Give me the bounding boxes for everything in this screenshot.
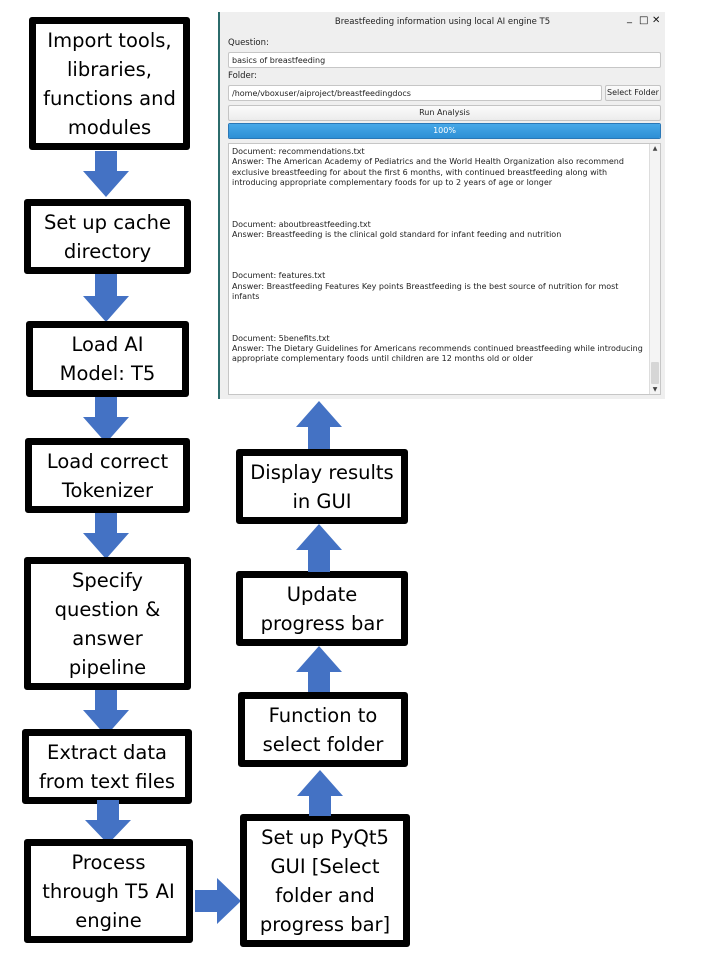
question-label: Question: bbox=[228, 38, 269, 48]
scroll-down-icon[interactable]: ▼ bbox=[650, 385, 660, 394]
arrow-up-icon bbox=[296, 646, 342, 692]
flow-step-label: Set up PyQt5 GUI [Select folder and prog… bbox=[259, 825, 391, 936]
flow-step-label: Load AI Model: T5 bbox=[59, 333, 156, 385]
arrow-down-icon bbox=[83, 274, 129, 322]
flow-step-update-progress: Update progress bar bbox=[236, 571, 408, 646]
flow-step-select-folder: Function to select folder bbox=[238, 692, 408, 767]
flow-step-setup-gui: Set up PyQt5 GUI [Select folder and prog… bbox=[240, 814, 410, 947]
folder-input[interactable] bbox=[228, 85, 602, 101]
result-entry: Document: features.txt Answer: Breastfeed… bbox=[232, 271, 646, 302]
flow-step-label: Import tools, libraries, functions and m… bbox=[43, 28, 176, 139]
flow-step-process: Process through T5 AI engine bbox=[24, 839, 193, 943]
question-input[interactable] bbox=[228, 52, 661, 68]
arrow-down-icon bbox=[83, 151, 129, 197]
flow-step-pipeline: Specify question & answer pipeline bbox=[24, 557, 191, 690]
progress-text: 100% bbox=[433, 126, 456, 135]
flow-step-extract: Extract data from text files bbox=[22, 729, 192, 804]
scroll-up-icon[interactable]: ▲ bbox=[650, 144, 660, 153]
result-entry: Document: recommendations.txt Answer: The… bbox=[232, 147, 646, 189]
select-folder-button[interactable]: Select Folder bbox=[605, 85, 661, 101]
results-output[interactable]: Document: recommendations.txt Answer: The… bbox=[228, 143, 661, 395]
result-entry: Document: aboutbreastfeeding.txt Answer: … bbox=[232, 220, 646, 241]
arrow-down-icon bbox=[85, 800, 131, 844]
arrow-right-icon bbox=[195, 878, 241, 924]
result-document: Document: features.txt bbox=[232, 271, 326, 281]
result-document: Document: 5benefits.txt bbox=[232, 333, 330, 343]
arrow-down-icon bbox=[83, 397, 129, 443]
flow-step-label: Set up cache directory bbox=[44, 210, 171, 263]
flow-step-label: Load correct Tokenizer bbox=[46, 449, 169, 502]
title-bar: Breastfeeding information using local AI… bbox=[220, 12, 665, 34]
flow-step-label: Update progress bar bbox=[260, 582, 384, 635]
flow-step-label: Extract data from text files bbox=[38, 740, 176, 793]
arrow-down-icon bbox=[83, 513, 129, 559]
flow-step-label: Function to select folder bbox=[262, 703, 384, 756]
flow-step-load-model: Load AI Model: T5 bbox=[26, 321, 189, 397]
flow-step-label: Display results in GUI bbox=[250, 460, 394, 513]
result-document: Document: recommendations.txt bbox=[232, 147, 365, 156]
minimize-icon[interactable]: _ bbox=[627, 13, 632, 24]
results-text: Document: recommendations.txt Answer: The… bbox=[232, 147, 646, 394]
result-answer: Answer: The Dietary Guidelines for Ameri… bbox=[232, 344, 643, 364]
result-answer: Answer: Breastfeeding is the clinical go… bbox=[232, 230, 562, 240]
flow-step-cache: Set up cache directory bbox=[24, 199, 191, 274]
app-window: Breastfeeding information using local AI… bbox=[218, 12, 665, 399]
flow-step-tokenizer: Load correct Tokenizer bbox=[25, 438, 190, 513]
scrollbar-thumb[interactable] bbox=[651, 362, 659, 384]
folder-label: Folder: bbox=[228, 71, 257, 81]
run-analysis-button[interactable]: Run Analysis bbox=[228, 105, 661, 121]
result-document: Document: aboutbreastfeeding.txt bbox=[232, 219, 371, 229]
progress-bar: 100% bbox=[228, 123, 661, 139]
maximize-icon[interactable]: □ bbox=[639, 15, 648, 26]
flow-step-display-results: Display results in GUI bbox=[236, 449, 408, 524]
scrollbar[interactable]: ▲ ▼ bbox=[649, 144, 660, 394]
result-answer: Answer: The American Academy of Pediatri… bbox=[232, 157, 624, 188]
flow-step-label: Process through T5 AI engine bbox=[42, 850, 175, 932]
close-icon[interactable]: ✕ bbox=[652, 15, 660, 26]
arrow-up-icon bbox=[296, 524, 342, 572]
arrow-up-icon bbox=[296, 401, 342, 449]
result-entry: Document: 5benefits.txt Answer: The Dieta… bbox=[232, 334, 646, 365]
flow-step-import: Import tools, libraries, functions and m… bbox=[29, 17, 190, 150]
result-answer: Answer: Breastfeeding Features Key point… bbox=[232, 281, 619, 302]
flow-step-label: Specify question & answer pipeline bbox=[54, 568, 161, 679]
window-title: Breastfeeding information using local AI… bbox=[334, 17, 551, 27]
arrow-up-icon bbox=[297, 770, 343, 816]
